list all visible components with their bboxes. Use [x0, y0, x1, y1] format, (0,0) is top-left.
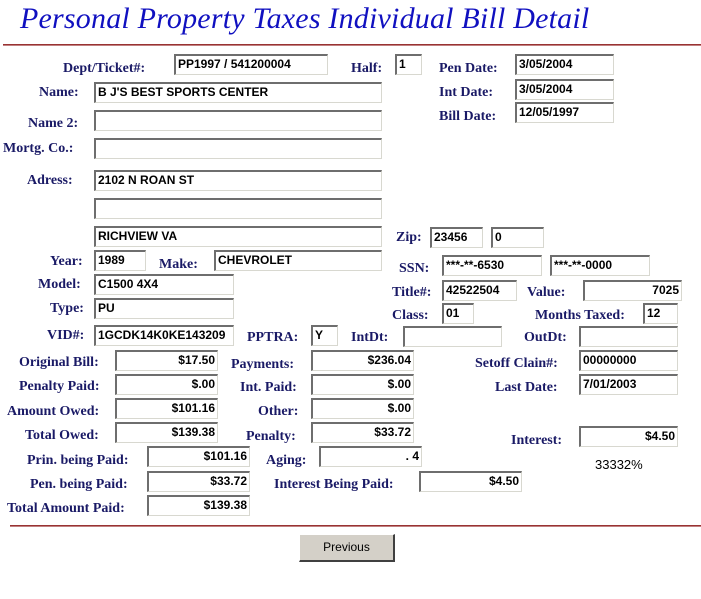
- address-label: Adress:: [27, 173, 73, 188]
- class-label: Class:: [392, 308, 429, 323]
- aging-field[interactable]: . 4: [319, 446, 422, 467]
- name2-field[interactable]: [94, 110, 382, 131]
- setoff-claim-field[interactable]: 00000000: [579, 350, 678, 371]
- penalty-field[interactable]: $33.72: [311, 422, 414, 443]
- ssn-field-2[interactable]: ***-**-0000: [550, 255, 650, 276]
- name-field[interactable]: B J'S BEST SPORTS CENTER: [94, 82, 382, 103]
- top-divider: [3, 44, 701, 46]
- other-field[interactable]: $.00: [311, 398, 414, 419]
- half-field[interactable]: 1: [395, 54, 422, 75]
- half-label: Half:: [351, 61, 383, 76]
- bill-date-label: Bill Date:: [439, 109, 497, 124]
- year-field[interactable]: 1989: [94, 250, 146, 271]
- class-field[interactable]: 01: [442, 303, 474, 324]
- pen-being-paid-label: Pen. being Paid:: [30, 477, 128, 492]
- address-line3-field[interactable]: RICHVIEW VA: [94, 226, 382, 247]
- vid-field[interactable]: 1GCDK14K0KE143209: [94, 325, 234, 346]
- out-dt-field[interactable]: [579, 326, 678, 347]
- mortg-co-label: Mortg. Co.:: [3, 141, 74, 156]
- prin-being-paid-label: Prin. being Paid:: [27, 453, 129, 468]
- last-date-field[interactable]: 7/01/2003: [579, 374, 678, 395]
- mortg-co-field[interactable]: [94, 138, 382, 159]
- setoff-claim-label: Setoff Clain#:: [475, 356, 558, 371]
- original-bill-label: Original Bill:: [19, 355, 99, 370]
- pen-being-paid-field[interactable]: $33.72: [147, 471, 250, 492]
- int-paid-field[interactable]: $.00: [311, 374, 414, 395]
- pptra-label: PPTRA:: [247, 330, 299, 345]
- interest-being-paid-label: Interest Being Paid:: [274, 477, 394, 492]
- int-paid-label: Int. Paid:: [240, 380, 297, 395]
- total-amount-paid-label: Total Amount Paid:: [7, 501, 125, 516]
- pen-date-label: Pen Date:: [439, 61, 498, 76]
- pen-date-field[interactable]: 3/05/2004: [515, 54, 614, 75]
- model-field[interactable]: C1500 4X4: [94, 274, 234, 295]
- interest-rate-text: 33332%: [595, 457, 643, 472]
- amount-owed-field[interactable]: $101.16: [115, 398, 218, 419]
- months-taxed-field[interactable]: 12: [643, 303, 678, 324]
- value-field[interactable]: 7025: [583, 280, 682, 301]
- penalty-paid-label: Penalty Paid:: [19, 379, 100, 394]
- int-date-field[interactable]: 3/05/2004: [515, 79, 614, 100]
- address-line2-field[interactable]: [94, 198, 382, 219]
- type-field[interactable]: PU: [94, 298, 234, 319]
- pptra-field[interactable]: Y: [311, 325, 338, 346]
- zip-label: Zip:: [396, 230, 422, 245]
- total-owed-label: Total Owed:: [25, 428, 99, 443]
- int-dt-field[interactable]: [403, 326, 502, 347]
- penalty-label: Penalty:: [246, 429, 296, 444]
- page-title: Personal Property Taxes Individual Bill …: [20, 2, 590, 35]
- interest-being-paid-field[interactable]: $4.50: [419, 471, 522, 492]
- out-dt-label: OutDt:: [524, 330, 567, 345]
- last-date-label: Last Date:: [495, 380, 558, 395]
- int-date-label: Int Date:: [439, 85, 494, 100]
- amount-owed-label: Amount Owed:: [7, 404, 100, 419]
- name-label: Name:: [39, 85, 79, 100]
- type-label: Type:: [50, 301, 84, 316]
- make-label: Make:: [159, 257, 198, 272]
- model-label: Model:: [38, 277, 81, 292]
- zip-field[interactable]: 23456: [430, 227, 483, 248]
- name2-label: Name 2:: [28, 116, 79, 131]
- total-owed-field[interactable]: $139.38: [115, 422, 218, 443]
- months-taxed-label: Months Taxed:: [535, 308, 625, 323]
- interest-field[interactable]: $4.50: [579, 426, 678, 447]
- penalty-paid-field[interactable]: $.00: [115, 374, 218, 395]
- title-no-field[interactable]: 42522504: [442, 280, 517, 301]
- dept-ticket-label: Dept/Ticket#:: [63, 61, 146, 76]
- payments-field[interactable]: $236.04: [311, 350, 414, 371]
- total-amount-paid-field[interactable]: $139.38: [147, 495, 250, 516]
- previous-button[interactable]: Previous: [299, 534, 395, 562]
- int-dt-label: IntDt:: [351, 330, 389, 345]
- other-label: Other:: [258, 404, 299, 419]
- title-no-label: Title#:: [392, 285, 432, 300]
- original-bill-field[interactable]: $17.50: [115, 350, 218, 371]
- zip-ext-field[interactable]: 0: [491, 227, 544, 248]
- value-label: Value:: [527, 285, 566, 300]
- bill-date-field[interactable]: 12/05/1997: [515, 102, 614, 123]
- prin-being-paid-field[interactable]: $101.16: [147, 446, 250, 467]
- vid-label: VID#:: [47, 328, 85, 343]
- payments-label: Payments:: [231, 357, 294, 372]
- dept-ticket-field[interactable]: PP1997 / 541200004: [174, 54, 328, 75]
- interest-label: Interest:: [511, 433, 563, 448]
- aging-label: Aging:: [266, 453, 307, 468]
- ssn-field-1[interactable]: ***-**-6530: [442, 255, 542, 276]
- ssn-label: SSN:: [399, 261, 430, 276]
- make-field[interactable]: CHEVROLET: [214, 250, 382, 271]
- bottom-divider: [10, 525, 701, 527]
- address-line1-field[interactable]: 2102 N ROAN ST: [94, 170, 382, 191]
- year-label: Year:: [50, 254, 83, 269]
